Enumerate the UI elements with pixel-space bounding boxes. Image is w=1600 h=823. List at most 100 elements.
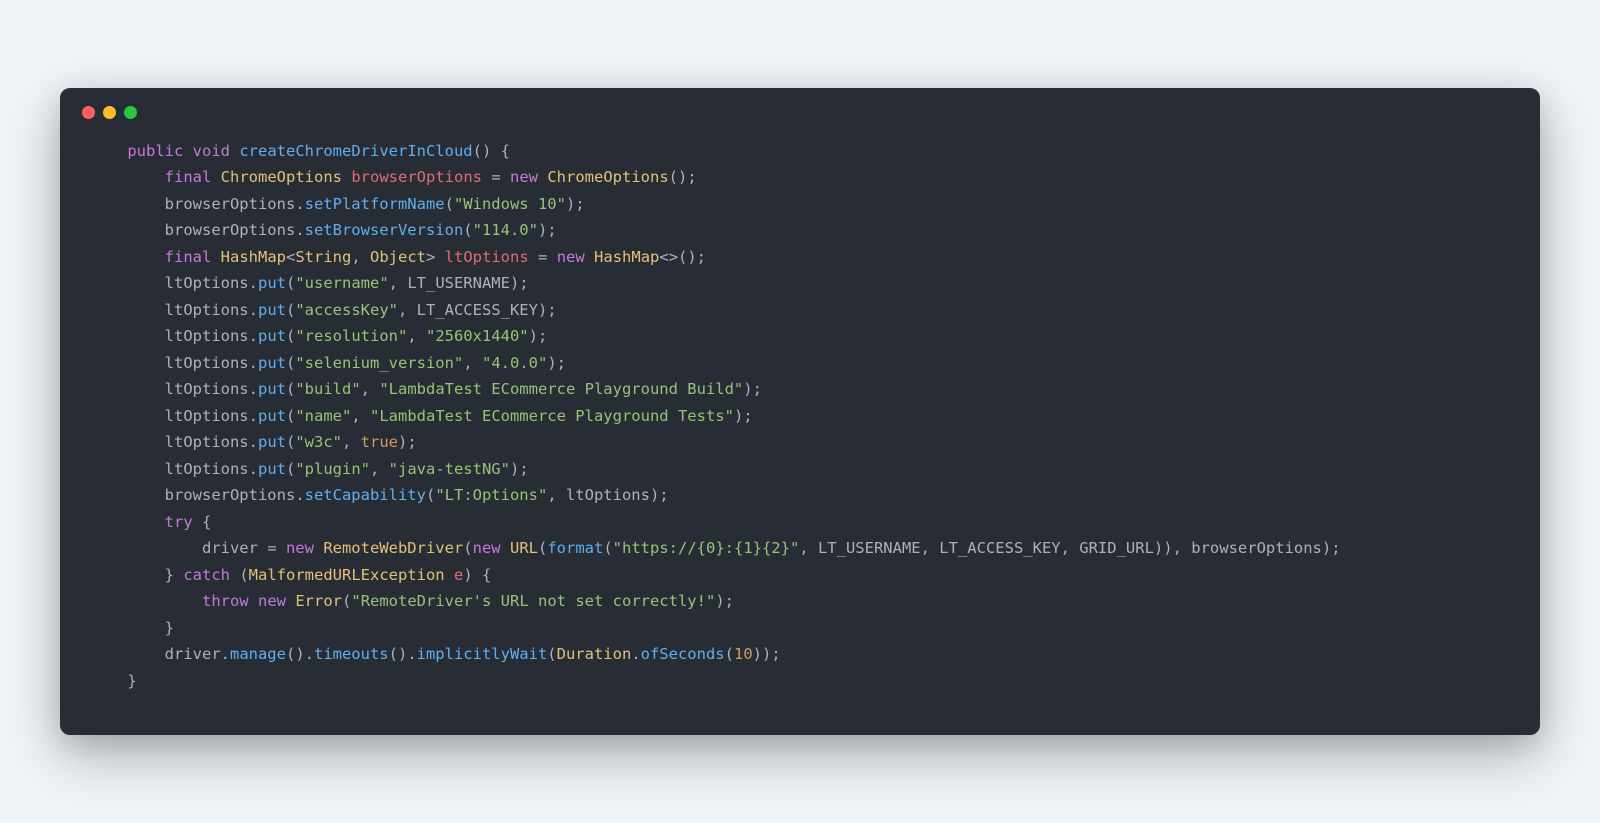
code-token-pln: =	[529, 248, 557, 266]
code-token-kw: final	[165, 248, 212, 266]
code-token-pln: ,	[407, 327, 426, 345]
code-token-fn: setPlatformName	[305, 195, 445, 213]
code-token-pln: ltOptions.	[90, 460, 258, 478]
code-token-pln	[585, 248, 594, 266]
code-token-fn: setBrowserVersion	[305, 221, 464, 239]
code-token-fn: setCapability	[305, 486, 426, 504]
code-token-fn: put	[258, 380, 286, 398]
code-token-var: e	[454, 566, 463, 584]
code-token-pln: ltOptions.	[90, 407, 258, 425]
code-token-fn: put	[258, 460, 286, 478]
code-token-pln	[90, 513, 165, 531]
code-content[interactable]: public void createChromeDriverInCloud() …	[60, 129, 1540, 706]
code-token-str: "selenium_version"	[295, 354, 463, 372]
code-token-kw: public	[127, 142, 183, 160]
code-token-pln: <	[286, 248, 295, 266]
code-token-pln: ,	[351, 248, 370, 266]
code-token-str: "https://{0}:{1}{2}"	[613, 539, 800, 557]
code-token-pln: ,	[370, 460, 389, 478]
code-token-type: String	[295, 248, 351, 266]
code-token-pln: ,	[351, 407, 370, 425]
code-token-pln: (	[463, 221, 472, 239]
code-token-var: browserOptions	[351, 168, 482, 186]
code-token-pln: );	[547, 354, 566, 372]
code-token-pln: }	[90, 619, 174, 637]
code-token-pln: (	[426, 486, 435, 504]
code-token-fn: put	[258, 433, 286, 451]
code-token-pln: , LT_USERNAME);	[389, 274, 529, 292]
code-token-type: Error	[295, 592, 342, 610]
code-token-pln: );	[398, 433, 417, 451]
code-token-pln	[314, 539, 323, 557]
code-token-pln	[183, 142, 192, 160]
code-token-pln: () {	[473, 142, 510, 160]
code-token-type: RemoteWebDriver	[323, 539, 463, 557]
code-token-pln: browserOptions.	[90, 486, 305, 504]
code-token-pln: ().	[286, 645, 314, 663]
code-token-str: "LambdaTest ECommerce Playground Tests"	[370, 407, 734, 425]
code-token-pln: (	[286, 433, 295, 451]
code-token-fn: put	[258, 301, 286, 319]
code-token-pln: (	[286, 380, 295, 398]
code-token-pln: , LT_USERNAME, LT_ACCESS_KEY, GRID_URL))…	[799, 539, 1340, 557]
code-token-str: "LT:Options"	[435, 486, 547, 504]
code-token-pln: (	[538, 539, 547, 557]
code-token-fn: put	[258, 327, 286, 345]
code-token-pln: browserOptions.	[90, 195, 305, 213]
code-token-pln: }	[90, 566, 183, 584]
code-token-kw: new	[258, 592, 286, 610]
code-token-pln: ltOptions.	[90, 354, 258, 372]
code-token-pln: (	[286, 327, 295, 345]
code-token-pln: (	[445, 195, 454, 213]
code-token-pln: <>();	[659, 248, 706, 266]
window-titlebar	[60, 88, 1540, 129]
code-token-pln	[230, 142, 239, 160]
code-token-pln: ,	[463, 354, 482, 372]
close-icon[interactable]	[82, 106, 95, 119]
code-token-pln: (	[725, 645, 734, 663]
code-token-pln: ();	[669, 168, 697, 186]
code-token-type: URL	[510, 539, 538, 557]
code-token-pln: ltOptions.	[90, 274, 258, 292]
code-token-fn: createChromeDriverInCloud	[239, 142, 472, 160]
code-token-pln: );	[538, 221, 557, 239]
code-token-type: HashMap	[594, 248, 659, 266]
code-token-pln: {	[193, 513, 212, 531]
code-token-pln: ltOptions.	[90, 433, 258, 451]
code-token-pln	[342, 168, 351, 186]
code-token-pln: driver =	[90, 539, 286, 557]
code-token-str: "2560x1440"	[426, 327, 529, 345]
code-token-pln: );	[510, 460, 529, 478]
code-token-kw: new	[473, 539, 501, 557]
code-token-str: "4.0.0"	[482, 354, 547, 372]
code-token-pln: ltOptions.	[90, 301, 258, 319]
code-token-kw: final	[165, 168, 212, 186]
code-token-pln	[286, 592, 295, 610]
code-token-pln: );	[529, 327, 548, 345]
code-token-pln	[90, 592, 202, 610]
code-token-pln: =	[482, 168, 510, 186]
code-token-pln: , ltOptions);	[547, 486, 668, 504]
code-token-pln	[211, 248, 220, 266]
code-token-pln: (	[286, 460, 295, 478]
code-token-kw: new	[510, 168, 538, 186]
code-token-kw: new	[286, 539, 314, 557]
code-token-str: "username"	[295, 274, 388, 292]
code-token-fn: ofSeconds	[641, 645, 725, 663]
code-token-pln: (	[286, 354, 295, 372]
code-token-pln	[90, 142, 127, 160]
minimize-icon[interactable]	[103, 106, 116, 119]
code-token-str: "w3c"	[295, 433, 342, 451]
code-token-fn: put	[258, 354, 286, 372]
code-token-str: "resolution"	[295, 327, 407, 345]
maximize-icon[interactable]	[124, 106, 137, 119]
code-token-type: Duration	[557, 645, 632, 663]
code-token-num: 10	[734, 645, 753, 663]
code-token-pln: driver.	[90, 645, 230, 663]
code-token-type: MalformedURLException	[249, 566, 445, 584]
code-token-var: ltOptions	[445, 248, 529, 266]
code-token-str: "java-testNG"	[389, 460, 510, 478]
code-token-fn: put	[258, 274, 286, 292]
code-token-kw: void	[193, 142, 230, 160]
code-token-pln: );	[715, 592, 734, 610]
